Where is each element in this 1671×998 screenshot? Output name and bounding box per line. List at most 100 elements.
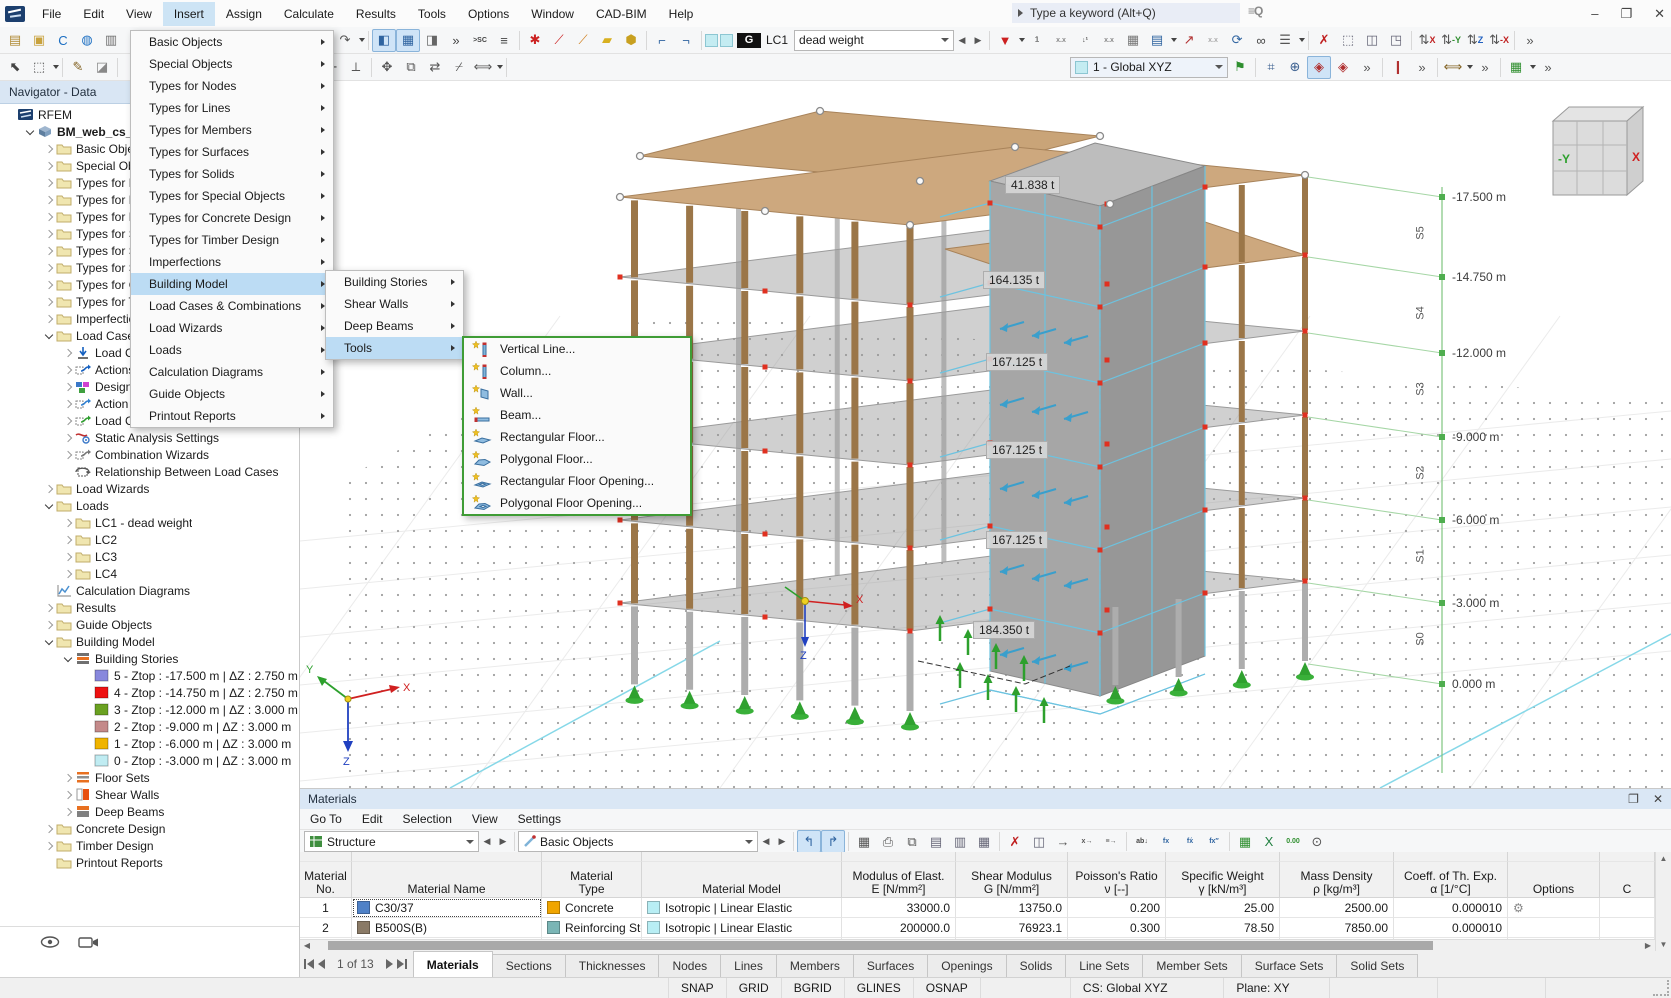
copy-table-icon[interactable]: ⧉ bbox=[900, 830, 924, 853]
tree-item[interactable]: Loads bbox=[0, 497, 299, 514]
measure-tool-icon[interactable]: ⟺ bbox=[471, 56, 495, 79]
tree-expander-icon[interactable] bbox=[42, 146, 56, 152]
numbering-xxx-icon[interactable]: x.x bbox=[1049, 29, 1073, 52]
numbering-abacus-icon[interactable]: ☰ bbox=[1273, 29, 1297, 52]
menu-view[interactable]: View bbox=[115, 2, 163, 26]
tree-item[interactable]: Results bbox=[0, 599, 299, 616]
view-y-icon[interactable]: ⇅-Y bbox=[1439, 29, 1463, 52]
tree-expander-icon[interactable] bbox=[42, 504, 56, 508]
panel-toggle-icon[interactable]: ◨ bbox=[420, 29, 444, 52]
printout-report-icon[interactable]: ▥ bbox=[99, 29, 123, 52]
tree-item[interactable]: 5 - Ztop : -17.500 m | ΔZ : 2.750 m bbox=[0, 667, 299, 684]
tree-item[interactable]: LC2 bbox=[0, 531, 299, 548]
tree-item[interactable]: LC1 - dead weight bbox=[0, 514, 299, 531]
tree-expander-icon[interactable] bbox=[42, 486, 56, 492]
cell-material-type[interactable]: Reinforcing Steel bbox=[542, 918, 642, 938]
insert-menu-item-special-objects[interactable]: Special Objects bbox=[131, 53, 333, 75]
tab-surface-sets[interactable]: Surface Sets bbox=[1241, 954, 1338, 977]
new-node-icon[interactable]: ✱ bbox=[523, 29, 547, 52]
menu-help[interactable]: Help bbox=[658, 2, 705, 26]
excel-export-icon[interactable]: X bbox=[1257, 830, 1281, 853]
column-header[interactable]: C bbox=[1600, 862, 1655, 898]
status-toggle-glines[interactable]: GLINES bbox=[844, 978, 913, 998]
grid-b-icon[interactable]: ▥ bbox=[948, 830, 972, 853]
insert-menu-item-calculation-diagrams[interactable]: Calculation Diagrams bbox=[131, 361, 333, 383]
coordinate-system-combo[interactable]: 1 - Global XYZ bbox=[1070, 57, 1228, 78]
fx-icon[interactable]: fx bbox=[1154, 830, 1178, 853]
column-header[interactable]: Material Name bbox=[352, 862, 542, 898]
insert-menu-item-types-for-timber-design[interactable]: Types for Timber Design bbox=[131, 229, 333, 251]
menu-file[interactable]: File bbox=[31, 2, 72, 26]
building-model-item-tools[interactable]: Tools bbox=[326, 337, 463, 359]
status-toggle-osnap[interactable]: OSNAP bbox=[913, 978, 980, 998]
search-input[interactable]: Type a keyword (Alt+Q) bbox=[1012, 3, 1240, 23]
columns-view-icon[interactable]: ◫ bbox=[1027, 830, 1051, 853]
tree-expander-icon[interactable] bbox=[42, 299, 56, 305]
tree-expander-icon[interactable] bbox=[23, 130, 37, 134]
cell-modulus-e[interactable]: 33000.0 bbox=[842, 898, 956, 918]
tab-line-sets[interactable]: Line Sets bbox=[1065, 954, 1143, 977]
chevron-down-icon[interactable] bbox=[466, 840, 474, 844]
column-header[interactable]: MaterialType bbox=[542, 862, 642, 898]
tree-item[interactable]: Timber Design bbox=[0, 837, 299, 854]
cell-mass-density[interactable]: 7850.00 bbox=[1280, 918, 1394, 938]
insert-menu-item-building-model[interactable]: Building Model bbox=[131, 273, 333, 295]
new-line-icon[interactable]: ⟋ bbox=[547, 29, 571, 52]
regenerate-model-icon[interactable]: ⟳ bbox=[1225, 29, 1249, 52]
tree-item[interactable]: LC4 bbox=[0, 565, 299, 582]
first-page-icon[interactable] bbox=[304, 959, 315, 969]
trim-tool-icon[interactable]: ⌿ bbox=[447, 56, 471, 79]
copy-tool-icon[interactable]: ⧉ bbox=[399, 56, 423, 79]
new-solid-icon[interactable]: ⬢ bbox=[619, 29, 643, 52]
cell-shear-g[interactable]: 13750.0 bbox=[956, 898, 1068, 918]
column-header[interactable]: Shear ModulusG [N/mm²] bbox=[956, 862, 1068, 898]
tab-lines[interactable]: Lines bbox=[720, 954, 777, 977]
tools-menu-item-beam[interactable]: Beam... bbox=[464, 404, 690, 426]
prev-page-icon[interactable] bbox=[317, 959, 325, 969]
insert-menu-item-printout-reports[interactable]: Printout Reports bbox=[131, 405, 333, 427]
tree-expander-icon[interactable] bbox=[61, 537, 75, 543]
cell-poisson[interactable]: 0.200 bbox=[1068, 898, 1166, 918]
cell-specific-weight[interactable]: 25.00 bbox=[1166, 898, 1280, 918]
cell-mass-density[interactable]: 2500.00 bbox=[1280, 898, 1394, 918]
close-button[interactable]: ✕ bbox=[1654, 6, 1665, 22]
jump-forward-icon[interactable]: ↱ bbox=[821, 830, 845, 853]
status-toggle-bgrid[interactable]: BGRID bbox=[781, 978, 844, 998]
more-4-icon[interactable]: » bbox=[1536, 56, 1560, 79]
tree-item[interactable]: Shear Walls bbox=[0, 786, 299, 803]
materials-menu-selection[interactable]: Selection bbox=[393, 812, 462, 826]
last-page-icon[interactable] bbox=[396, 959, 407, 969]
structure-navigation-combo[interactable]: Structure bbox=[304, 831, 479, 852]
tools-menu-item-poly-floor[interactable]: Polygonal Floor... bbox=[464, 448, 690, 470]
tree-item[interactable]: Calculation Diagrams bbox=[0, 582, 299, 599]
previous-lc-button[interactable]: ◀ bbox=[954, 30, 970, 51]
column-header[interactable]: Poisson's Ratioν [--] bbox=[1068, 862, 1166, 898]
materials-menu-edit[interactable]: Edit bbox=[352, 812, 393, 826]
numbering-abacus-dd-icon[interactable] bbox=[1299, 38, 1305, 42]
materials-hscrollbar[interactable]: ◀ ▶ bbox=[300, 939, 1655, 951]
visibility-eye-icon[interactable] bbox=[40, 935, 60, 949]
tab-member-sets[interactable]: Member Sets bbox=[1142, 954, 1241, 977]
new-member-icon[interactable]: ⟋ bbox=[571, 29, 595, 52]
tree-item[interactable]: Static Analysis Settings bbox=[0, 429, 299, 446]
resize-grip-icon[interactable] bbox=[1653, 980, 1669, 996]
tree-expander-icon[interactable] bbox=[61, 452, 75, 458]
table-multi-icon[interactable]: ▦ bbox=[852, 830, 876, 853]
hscroll-thumb[interactable] bbox=[328, 941, 1433, 950]
scroll-left-icon[interactable]: ◀ bbox=[300, 941, 314, 950]
materials-menu-go-to[interactable]: Go To bbox=[300, 812, 352, 826]
view-minus-x-icon[interactable]: ⇅-X bbox=[1487, 29, 1511, 52]
clear-selection-icon[interactable]: ◪ bbox=[90, 56, 114, 79]
numbering-nodes-icon[interactable]: ¹ bbox=[1025, 29, 1049, 52]
search-expand-icon[interactable] bbox=[1018, 9, 1023, 17]
status-toggle-snap[interactable]: SNAP bbox=[668, 978, 726, 998]
select-dd-icon[interactable] bbox=[53, 65, 59, 69]
center-view-icon[interactable]: ⊕ bbox=[1283, 56, 1307, 79]
tools-menu-item-vertical-line[interactable]: Vertical Line... bbox=[464, 338, 690, 360]
tree-item[interactable]: Building Stories bbox=[0, 650, 299, 667]
cell-material-no[interactable]: 2 bbox=[300, 918, 352, 938]
insert-menu-item-types-for-concrete-design[interactable]: Types for Concrete Design bbox=[131, 207, 333, 229]
export-flow-icon[interactable]: ≡→ bbox=[1099, 830, 1123, 853]
cell-options[interactable] bbox=[1508, 918, 1600, 938]
view-z-icon[interactable]: ⇅Z bbox=[1463, 29, 1487, 52]
